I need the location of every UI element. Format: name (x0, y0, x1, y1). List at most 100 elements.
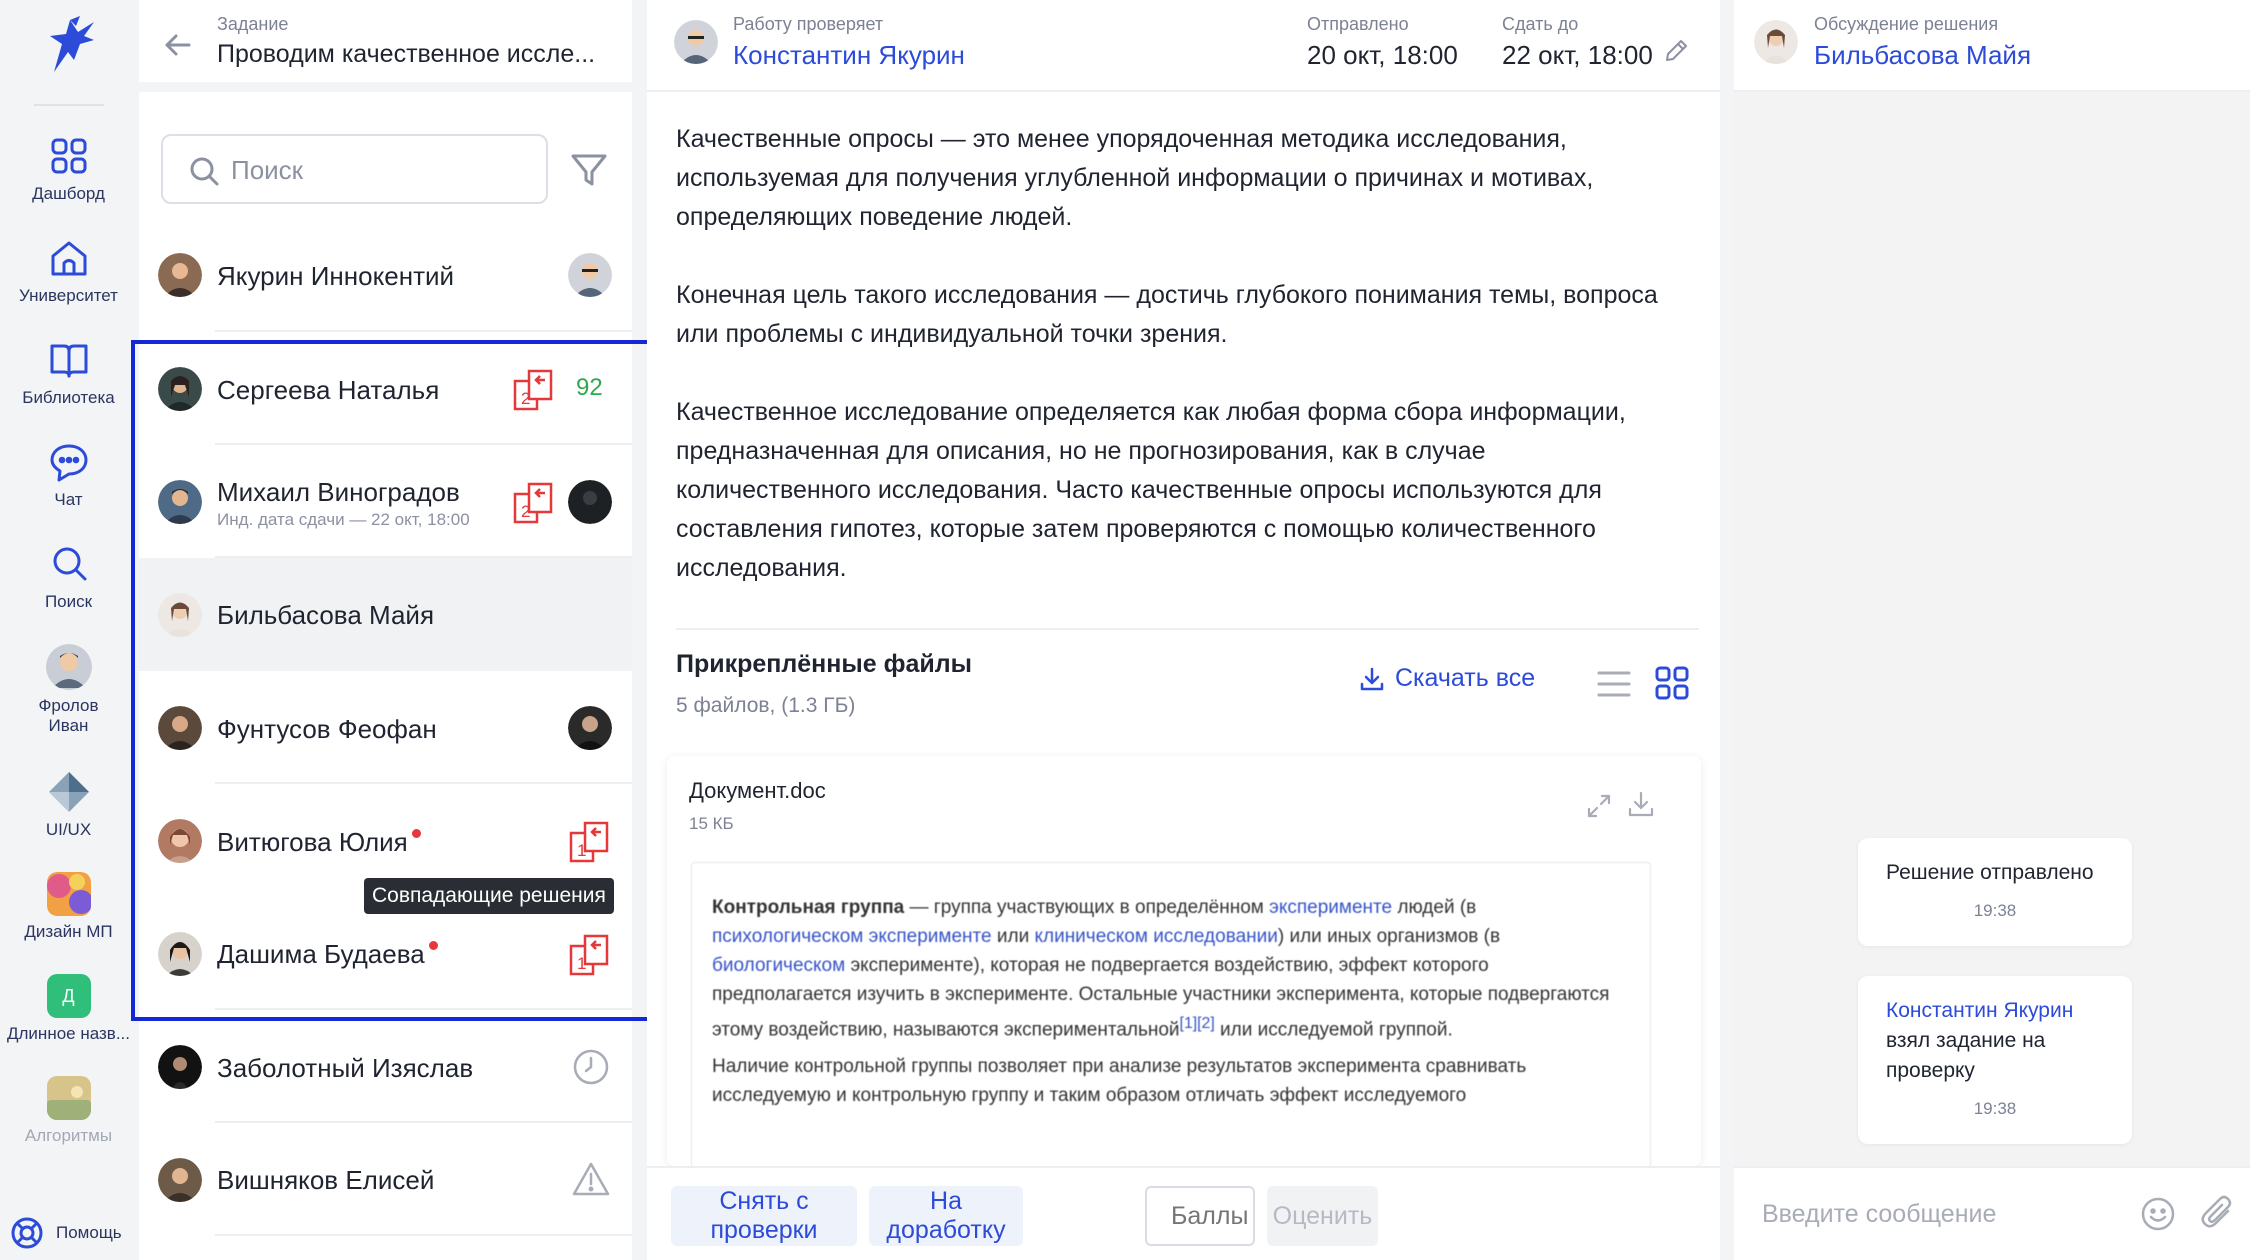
reviewer-label: Работу проверяет (733, 14, 884, 34)
student-name: Якурин Иннокентий (217, 261, 455, 291)
list-view-icon[interactable] (1596, 666, 1632, 702)
discussion-header: Обсуждение решения Бильбасова Майя (1734, 0, 2250, 92)
help-link[interactable]: Помощь (10, 1216, 122, 1250)
discussion-student-name[interactable]: Бильбасова Майя (1814, 40, 2031, 71)
reviewer-avatar (568, 253, 612, 297)
nav-course-long[interactable]: Д Длинное назв... (0, 974, 137, 1044)
warning-icon (572, 1162, 610, 1196)
nav-course-design-label: Дизайн МП (24, 922, 113, 941)
row-divider (215, 1234, 632, 1236)
student-name: Бильбасова Майя (217, 600, 435, 630)
matching-solutions-tooltip: Совпадающие решения (364, 878, 614, 914)
matching-solutions-icon[interactable]: 1 (568, 933, 612, 977)
download-all-button[interactable]: Скачать все (1359, 664, 1535, 693)
message-input[interactable] (1762, 1194, 2122, 1234)
nav-search-label: Поиск (44, 592, 93, 611)
student-name: Сергеева Наталья (217, 375, 440, 405)
nav-course-long-label: Длинное назв... (7, 1024, 130, 1043)
individual-due-date: Инд. дата сдачи — 22 окт, 18:00 (217, 510, 470, 529)
nav-dashboard[interactable]: Дашборд (0, 134, 137, 204)
submission-header: Работу проверяет Константин Якурин Отпра… (647, 0, 1720, 92)
main-nav-rail: Дашборд Университет Библиотека Чат Поиск… (0, 0, 137, 1260)
points-input[interactable] (1145, 1186, 1255, 1246)
avatar (674, 20, 718, 64)
due-date: 22 окт, 18:00 (1502, 40, 1653, 70)
send-for-rework-button[interactable]: На доработку (869, 1186, 1023, 1246)
discussion-label: Обсуждение решения (1814, 14, 1999, 34)
preview-paragraph: Наличие контрольной группы позволяет при… (712, 1056, 1527, 1107)
unread-dot (411, 829, 421, 838)
nav-chat[interactable]: Чат (0, 440, 137, 510)
emoji-icon[interactable] (2140, 1196, 2176, 1232)
course-icon (46, 1076, 91, 1120)
course-icon (46, 872, 91, 916)
grid-icon (51, 138, 86, 174)
arrow-left-icon[interactable] (161, 28, 195, 62)
expand-icon[interactable] (1585, 792, 1613, 820)
student-row-selected[interactable]: Бильбасова Майя (139, 558, 632, 671)
submissions-panel: Задание Проводим качественное иссле... Я… (139, 0, 632, 1260)
download-icon[interactable] (1627, 790, 1655, 818)
nav-chat-label: Чат (54, 490, 83, 509)
student-row[interactable]: Михаил Виноградов Инд. дата сдачи — 22 о… (139, 445, 632, 558)
nav-search[interactable]: Поиск (0, 542, 137, 612)
search-icon (190, 157, 219, 186)
matching-solutions-icon[interactable]: 2 (512, 481, 556, 525)
avatar (158, 1045, 202, 1089)
chat-message: Константин Якурин взял задание на провер… (1858, 976, 2132, 1144)
student-name: Вишняков Елисей (217, 1165, 435, 1195)
student-row[interactable]: Фунтусов Феофан (139, 671, 632, 784)
student-name: Дашима Будаева (217, 939, 438, 970)
book-icon (50, 344, 87, 378)
pencil-icon[interactable] (1663, 38, 1689, 64)
nav-course-uiux[interactable]: UI/UX (0, 770, 137, 840)
text-paragraph: Качественное исследование определяется к… (676, 398, 1626, 582)
avatar (1754, 20, 1798, 64)
section-divider (676, 628, 1699, 630)
logo-icon[interactable] (40, 14, 98, 76)
avatar (158, 706, 202, 750)
avatar (158, 593, 202, 637)
nav-library-label: Библиотека (22, 388, 115, 407)
nav-course-algorithms[interactable]: Алгоритмы (0, 1076, 137, 1146)
student-row[interactable]: Вишняков Елисей (139, 1123, 632, 1236)
download-icon (1360, 667, 1384, 690)
clock-icon (573, 1049, 609, 1085)
student-row[interactable]: Сергеева Наталья 2 92 (139, 332, 632, 445)
nav-profile[interactable]: Фролов Иван (0, 644, 137, 736)
home-icon (51, 241, 86, 276)
student-search[interactable] (161, 134, 548, 204)
nav-profile-label: Фролов Иван (38, 696, 99, 735)
nav-dashboard-label: Дашборд (32, 184, 105, 203)
paperclip-icon[interactable] (2200, 1194, 2236, 1232)
nav-university[interactable]: Университет (0, 236, 137, 306)
svg-text:2: 2 (521, 502, 530, 521)
matching-solutions-icon[interactable]: 2 (512, 368, 556, 412)
filter-icon[interactable] (569, 150, 609, 190)
student-row[interactable]: Якурин Иннокентий (139, 219, 632, 332)
nav-course-design[interactable]: Дизайн МП (0, 872, 137, 942)
grid-view-icon[interactable] (1653, 664, 1691, 702)
task-header: Задание Проводим качественное иссле... (139, 0, 632, 92)
student-row[interactable]: Заболотный Изяслав (139, 1010, 632, 1123)
grade-button[interactable]: Оценить (1267, 1186, 1378, 1246)
svg-text:2: 2 (521, 389, 530, 408)
file-name: Документ.doc (689, 778, 826, 803)
nav-library[interactable]: Библиотека (0, 338, 137, 408)
unassign-button[interactable]: Снять с проверки (671, 1186, 857, 1246)
lifebuoy-icon (11, 1217, 43, 1249)
search-input[interactable] (231, 152, 531, 188)
course-icon: Д (46, 974, 91, 1018)
message-author[interactable]: Константин Якурин (1886, 996, 2104, 1026)
avatar (158, 480, 202, 524)
submission-view: Работу проверяет Константин Якурин Отпра… (647, 0, 1720, 1260)
matching-solutions-icon[interactable]: 1 (568, 820, 612, 864)
student-name: Фунтусов Феофан (217, 714, 437, 744)
help-label: Помощь (56, 1223, 122, 1242)
file-card[interactable]: Документ.doc 15 КБ Контрольная группа — … (667, 756, 1701, 1166)
message-time: 19:38 (1973, 1099, 2017, 1118)
avatar (158, 1158, 202, 1202)
chat-message: Решение отправлено 19:38 (1858, 838, 2132, 946)
reviewer-name[interactable]: Константин Якурин (733, 40, 965, 71)
task-title[interactable]: Проводим качественное иссле... (217, 40, 595, 69)
